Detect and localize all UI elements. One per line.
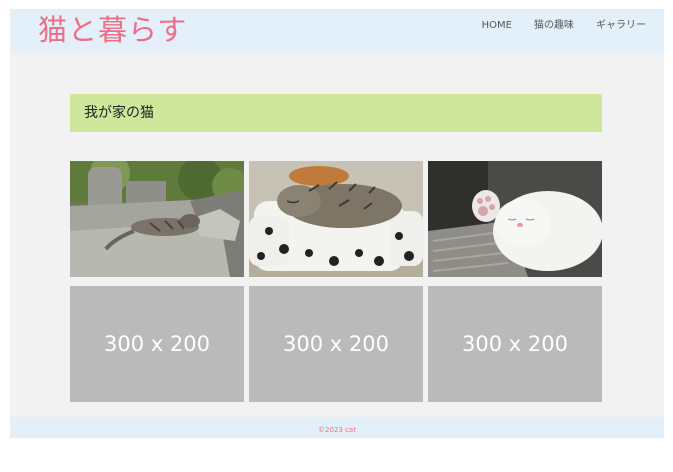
gallery-photo-cat-in-bed[interactable]: [249, 161, 423, 277]
nav-hobby-link[interactable]: 猫の趣味: [534, 19, 574, 33]
nav-gallery-link[interactable]: ギャラリー: [596, 19, 646, 33]
section-title-bar: 我が家の猫: [70, 94, 602, 132]
gallery-placeholder: 300 x 200: [70, 286, 244, 402]
site-footer: ©2023 cat: [10, 417, 664, 438]
page-frame: 猫と暮らす HOME 猫の趣味 ギャラリー 我が家の猫 300 x 200 30…: [10, 9, 664, 438]
gallery-photo-cat-on-wall[interactable]: [70, 161, 244, 277]
section-title: 我が家の猫: [84, 105, 154, 121]
nav-home-link[interactable]: HOME: [482, 19, 512, 33]
gallery-placeholder: 300 x 200: [249, 286, 423, 402]
gallery-placeholder: 300 x 200: [428, 286, 602, 402]
site-logo[interactable]: 猫と暮らす: [38, 11, 187, 49]
site-header: 猫と暮らす HOME 猫の趣味 ギャラリー: [10, 9, 664, 53]
copyright-text: ©2023 cat: [318, 426, 356, 434]
gallery-photo-white-cat[interactable]: [428, 161, 602, 277]
gallery-grid: 300 x 200 300 x 200 300 x 200: [70, 161, 602, 402]
main-nav: HOME 猫の趣味 ギャラリー: [482, 19, 646, 33]
